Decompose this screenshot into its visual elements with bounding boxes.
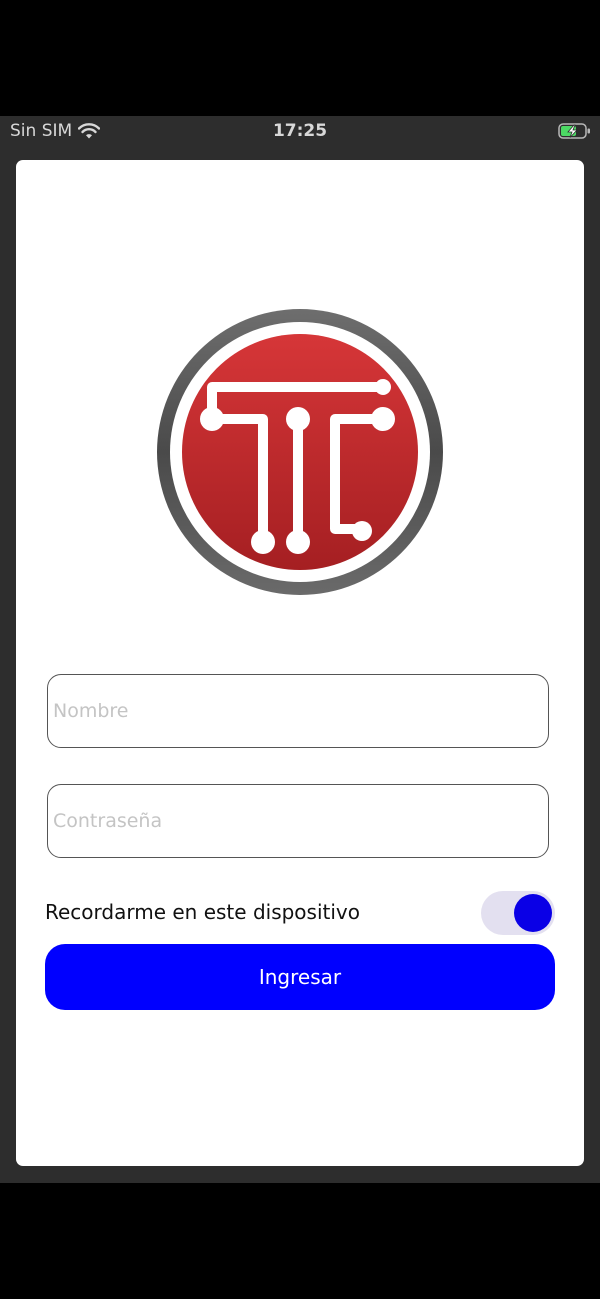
tc-logo	[157, 309, 443, 595]
name-field[interactable]	[47, 674, 549, 748]
status-time: 17:25	[272, 121, 328, 141]
login-button-label: Ingresar	[258, 965, 342, 989]
remember-row: Recordarme en este dispositivo	[45, 888, 555, 935]
battery-charging-icon	[558, 123, 590, 139]
app-screen: Sin SIM 17:25 Nombre Recordarme en este …	[0, 116, 600, 1183]
password-input[interactable]	[53, 785, 533, 857]
remember-toggle[interactable]	[481, 891, 555, 935]
password-field[interactable]	[47, 784, 549, 858]
status-bar: Sin SIM 17:25	[0, 116, 600, 146]
name-input[interactable]	[53, 675, 533, 747]
login-card: Recordarme en este dispositivo Ingresar	[16, 160, 584, 1166]
login-button[interactable]: Ingresar	[45, 944, 555, 1010]
remember-label: Recordarme en este dispositivo	[45, 900, 360, 924]
toggle-knob	[514, 894, 552, 932]
